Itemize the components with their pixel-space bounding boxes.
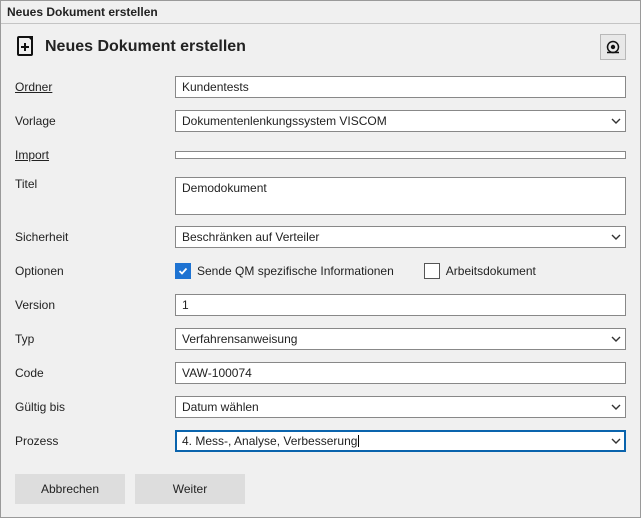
typ-select[interactable]: Verfahrensanweisung <box>175 328 626 350</box>
cancel-button[interactable]: Abbrechen <box>15 474 125 504</box>
chevron-down-icon <box>611 232 621 242</box>
sicherheit-select[interactable]: Beschränken auf Verteiler <box>175 226 626 248</box>
checkbox-checked-icon <box>175 263 191 279</box>
label-gueltig-bis: Gültig bis <box>15 400 175 414</box>
dialog-window: Neues Dokument erstellen Neues Dokument … <box>0 0 641 518</box>
arbeitsdokument-label: Arbeitsdokument <box>446 264 536 278</box>
gueltig-bis-value: Datum wählen <box>182 400 259 414</box>
label-code: Code <box>15 366 175 380</box>
chevron-down-icon <box>611 334 621 344</box>
vorlage-value: Dokumentenlenkungssystem VISCOM <box>182 114 387 128</box>
label-sicherheit: Sicherheit <box>15 230 175 244</box>
label-typ: Typ <box>15 332 175 346</box>
chevron-down-icon <box>611 402 621 412</box>
dialog-header: Neues Dokument erstellen <box>1 24 640 66</box>
checkbox-unchecked-icon <box>424 263 440 279</box>
arbeitsdokument-checkbox[interactable]: Arbeitsdokument <box>424 263 536 279</box>
chevron-down-icon <box>611 436 621 446</box>
prozess-select[interactable]: 4. Mess-, Analyse, Verbesserung <box>175 430 626 452</box>
next-button[interactable]: Weiter <box>135 474 245 504</box>
import-field[interactable] <box>175 151 626 159</box>
chevron-down-icon <box>611 116 621 126</box>
target-icon <box>605 39 621 55</box>
vorlage-select[interactable]: Dokumentenlenkungssystem VISCOM <box>175 110 626 132</box>
label-version: Version <box>15 298 175 312</box>
typ-value: Verfahrensanweisung <box>182 332 297 346</box>
window-title: Neues Dokument erstellen <box>7 5 158 19</box>
window-titlebar: Neues Dokument erstellen <box>1 1 640 24</box>
label-vorlage: Vorlage <box>15 114 175 128</box>
dialog-buttons: Abbrechen Weiter <box>15 458 626 504</box>
send-qm-label: Sende QM spezifische Informationen <box>197 264 394 278</box>
label-import[interactable]: Import <box>15 148 175 162</box>
label-optionen: Optionen <box>15 264 175 278</box>
new-document-icon <box>15 35 39 59</box>
label-prozess: Prozess <box>15 434 175 448</box>
send-qm-checkbox[interactable]: Sende QM spezifische Informationen <box>175 263 394 279</box>
form: Ordner Kundentests Vorlage Dokumentenlen… <box>1 66 640 517</box>
label-titel: Titel <box>15 177 175 215</box>
prozess-value: 4. Mess-, Analyse, Verbesserung <box>182 434 357 448</box>
version-field[interactable]: 1 <box>175 294 626 316</box>
ordner-field[interactable]: Kundentests <box>175 76 626 98</box>
code-field[interactable]: VAW-100074 <box>175 362 626 384</box>
label-ordner[interactable]: Ordner <box>15 80 175 94</box>
sicherheit-value: Beschränken auf Verteiler <box>182 230 319 244</box>
text-cursor <box>358 435 359 447</box>
help-button[interactable] <box>600 34 626 60</box>
dialog-title: Neues Dokument erstellen <box>45 38 246 56</box>
gueltig-bis-select[interactable]: Datum wählen <box>175 396 626 418</box>
titel-field[interactable]: Demodokument <box>175 177 626 215</box>
